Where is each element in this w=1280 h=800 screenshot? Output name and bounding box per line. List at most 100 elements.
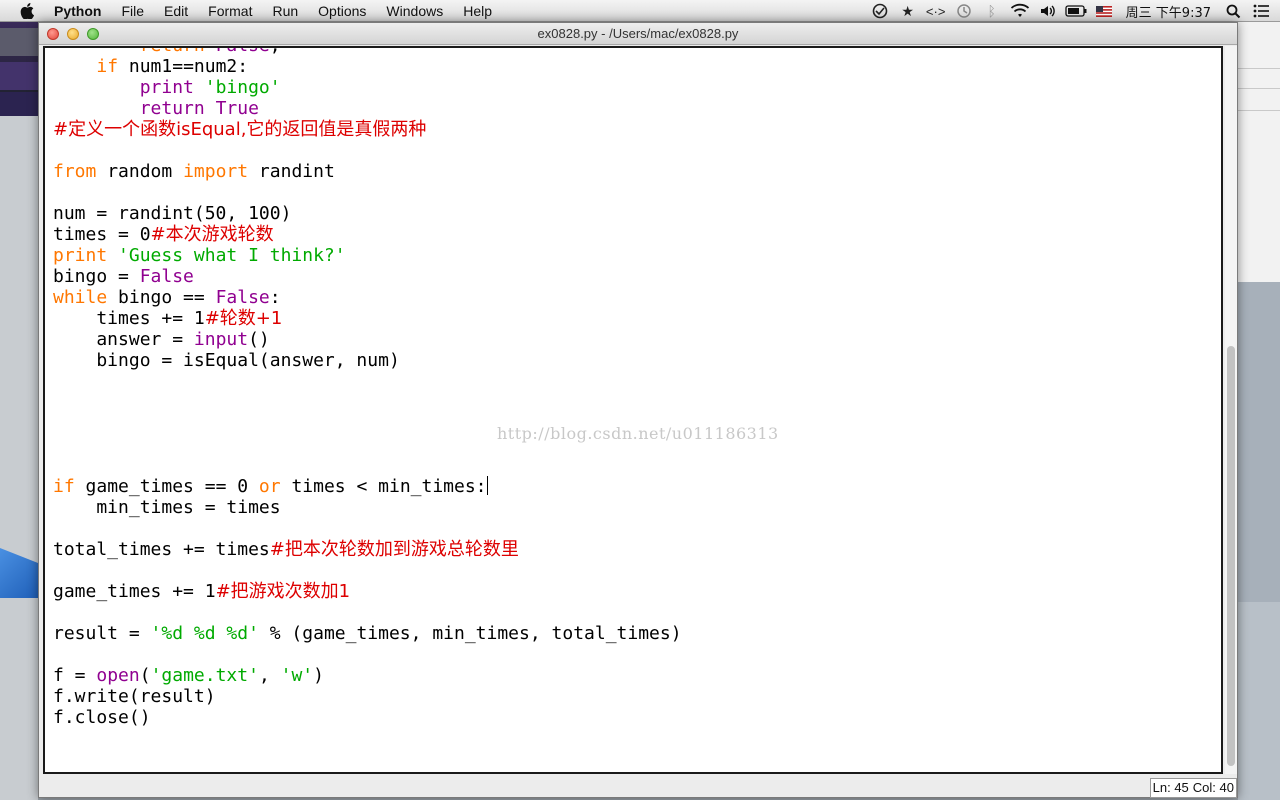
code-line[interactable] (53, 392, 682, 413)
code-text[interactable]: return False, if num1==num2: print 'bing… (53, 48, 682, 728)
code-token: print (139, 77, 194, 98)
code-line[interactable]: times += 1#轮数+1 (53, 308, 682, 329)
menubar-clock[interactable]: 周三 下午9:37 (1118, 2, 1219, 21)
code-line[interactable] (53, 560, 682, 581)
sync-icon[interactable] (869, 0, 891, 22)
code-line[interactable]: if game_times == 0 or times < min_times: (53, 476, 682, 497)
code-line[interactable] (53, 644, 682, 665)
code-line[interactable]: print 'bingo' (53, 77, 682, 98)
minimize-window-button[interactable] (67, 28, 79, 40)
column-number: Col: 40 (1192, 780, 1234, 795)
code-line[interactable]: while bingo == False: (53, 287, 682, 308)
background-window-right (1238, 22, 1280, 800)
menu-help[interactable]: Help (453, 0, 502, 22)
code-token: ) (313, 665, 324, 686)
code-line[interactable] (53, 518, 682, 539)
menu-windows[interactable]: Windows (376, 0, 453, 22)
menu-options[interactable]: Options (308, 0, 376, 22)
close-window-button[interactable] (47, 28, 59, 40)
text-cursor (486, 476, 488, 495)
code-token: False (216, 48, 270, 56)
code-token: if (96, 56, 119, 77)
code-token: answer = (53, 329, 194, 350)
code-line[interactable]: total_times += times#把本次轮数加到游戏总轮数里 (53, 539, 682, 560)
battery-icon[interactable] (1065, 0, 1087, 22)
volume-icon[interactable] (1037, 0, 1059, 22)
code-line[interactable] (53, 182, 682, 203)
time-machine-icon[interactable] (953, 0, 975, 22)
code-line[interactable]: answer = input() (53, 329, 682, 350)
editor-window: ex0828.py - /Users/mac/ex0828.py return … (38, 22, 1238, 798)
background-divider (1238, 110, 1280, 111)
menu-bar: Python File Edit Format Run Options Wind… (0, 0, 1280, 22)
bluetooth-icon[interactable]: ᛒ (981, 0, 1003, 22)
code-line[interactable]: result = '%d %d %d' % (game_times, min_t… (53, 623, 682, 644)
code-brackets-icon[interactable]: <·> (925, 0, 947, 22)
code-token: False (139, 266, 194, 287)
code-token: if (53, 476, 75, 497)
menu-format[interactable]: Format (198, 0, 262, 22)
code-token: 'bingo' (204, 77, 281, 98)
code-line[interactable]: f = open('game.txt', 'w') (53, 665, 682, 686)
code-token: return (140, 48, 205, 56)
input-flag-icon[interactable] (1093, 0, 1115, 22)
watermark: http://blog.csdn.net/u011186313 (497, 424, 779, 443)
code-line[interactable]: times = 0#本次游戏轮数 (53, 224, 682, 245)
code-line[interactable] (53, 140, 682, 161)
code-token: min_times = times (53, 497, 281, 518)
background-thumbnail (0, 28, 38, 56)
wifi-icon[interactable] (1009, 0, 1031, 22)
window-title: ex0828.py - /Users/mac/ex0828.py (537, 26, 739, 41)
code-line[interactable]: bingo = isEqual(answer, num) (53, 350, 682, 371)
code-editor[interactable]: return False, if num1==num2: print 'bing… (43, 46, 1223, 774)
code-line[interactable]: bingo = False (53, 266, 682, 287)
code-token: bingo = (53, 266, 140, 287)
code-line[interactable]: print 'Guess what I think?' (53, 245, 682, 266)
code-line[interactable]: return True (53, 98, 682, 119)
code-line[interactable]: from random import randint (53, 161, 682, 182)
code-line[interactable] (53, 602, 682, 623)
code-line[interactable] (53, 371, 682, 392)
code-token: , (258, 665, 281, 686)
spotlight-search-icon[interactable] (1222, 0, 1244, 22)
code-token: 'w' (280, 665, 314, 686)
menu-edit[interactable]: Edit (154, 0, 198, 22)
code-line[interactable]: f.write(result) (53, 686, 682, 707)
menu-run[interactable]: Run (262, 0, 308, 22)
vertical-scrollbar[interactable] (1225, 46, 1237, 774)
scrollbar-thumb[interactable] (1227, 346, 1235, 766)
menu-python[interactable]: Python (54, 0, 111, 22)
background-thumbnail (0, 62, 38, 90)
code-token: #定义一个函数isEqual,它的返回值是真假两种 (53, 119, 427, 140)
zoom-window-button[interactable] (87, 28, 99, 40)
code-line[interactable]: if num1==num2: (53, 56, 682, 77)
code-line[interactable]: min_times = times (53, 497, 682, 518)
menu-file[interactable]: File (111, 0, 154, 22)
apple-icon[interactable] (20, 2, 34, 19)
notification-list-icon[interactable] (1250, 0, 1272, 22)
code-token: result = (53, 623, 151, 644)
code-line[interactable] (53, 455, 682, 476)
code-line[interactable]: f.close() (53, 707, 682, 728)
code-line[interactable]: game_times += 1#把游戏次数加1 (53, 581, 682, 602)
star-icon[interactable]: ★ (897, 0, 919, 22)
code-token: open (96, 665, 140, 686)
code-token: game_times += 1 (53, 581, 216, 602)
code-token: times < min_times: (280, 476, 487, 497)
code-line[interactable]: return False, (53, 48, 682, 56)
code-token: ( (139, 665, 151, 686)
code-token: random (96, 161, 184, 182)
window-titlebar[interactable]: ex0828.py - /Users/mac/ex0828.py (39, 23, 1237, 45)
status-menu-area: ★ <·> ᛒ 周三 下午9:37 (866, 0, 1280, 22)
code-line[interactable]: #定义一个函数isEqual,它的返回值是真假两种 (53, 119, 682, 140)
code-line[interactable]: num = randint(50, 100) (53, 203, 682, 224)
code-token: 'game.txt' (150, 665, 259, 686)
code-token: return (139, 98, 205, 119)
code-token: times = 0 (53, 224, 151, 245)
